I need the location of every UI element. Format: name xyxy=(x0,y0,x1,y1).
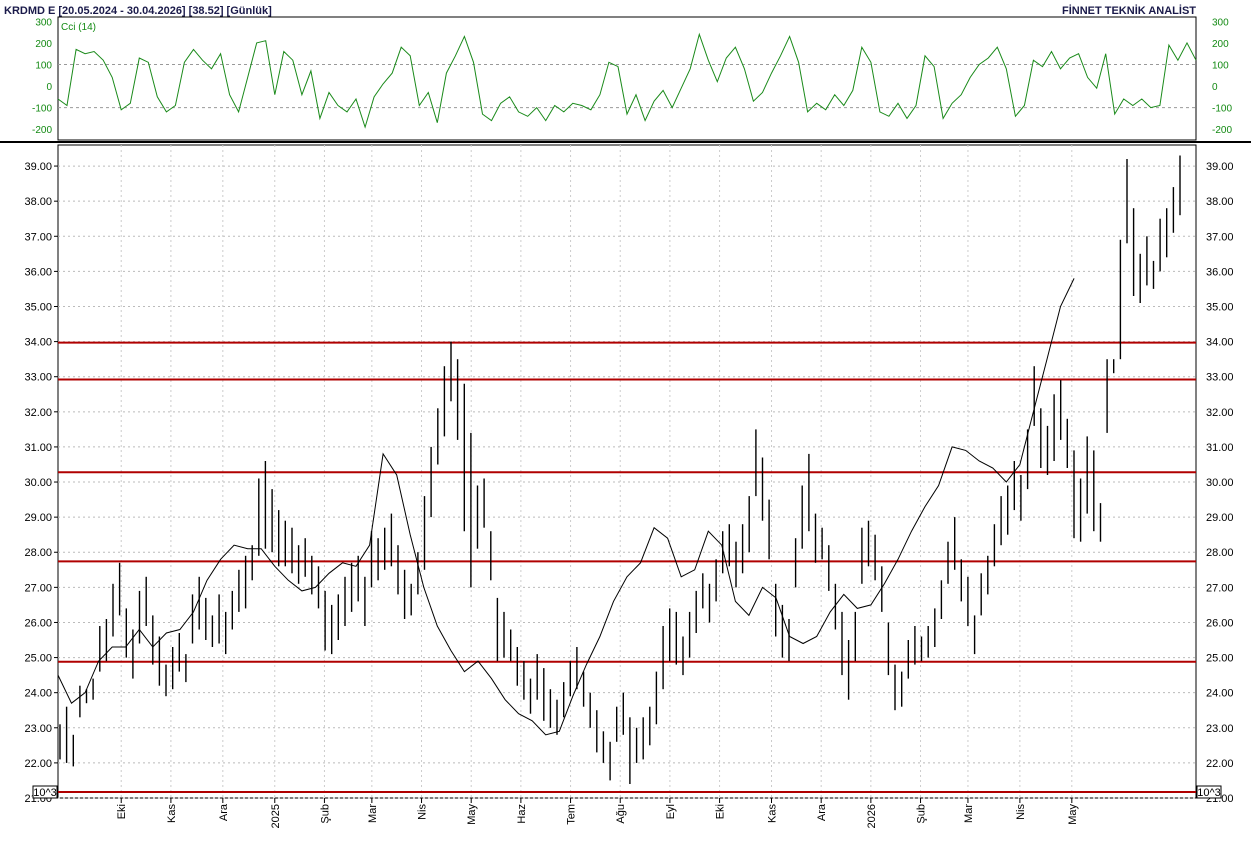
price-y-tick-label: 36.00 xyxy=(24,266,52,278)
price-y-tick-label: 37.00 xyxy=(1206,231,1234,243)
scale-box-left: 10^3 xyxy=(32,785,58,799)
cci-y-tick-label: 0 xyxy=(1212,82,1218,93)
price-y-tick-label: 33.00 xyxy=(24,372,52,384)
price-y-tick-label: 39.00 xyxy=(1206,161,1234,173)
price-y-tick-label: 31.00 xyxy=(24,442,52,454)
price-y-tick-label: 32.00 xyxy=(24,407,52,419)
price-y-tick-label: 33.00 xyxy=(1206,372,1234,384)
price-y-tick-label: 24.00 xyxy=(24,688,52,700)
cci-y-tick-label: 300 xyxy=(1212,17,1229,28)
cci-y-tick-label: 300 xyxy=(35,17,52,28)
price-x-tick-label: Eki xyxy=(116,804,128,819)
price-x-tick-label: Mar xyxy=(367,804,379,823)
price-y-tick-label: 38.00 xyxy=(24,196,52,208)
chart-header-left: KRDMD E [20.05.2024 - 30.04.2026] [38.52… xyxy=(4,5,272,17)
price-y-tick-label: 24.00 xyxy=(1206,688,1234,700)
price-y-tick-label: 25.00 xyxy=(24,653,52,665)
chart-header-right: FİNNET TEKNİK ANALİST xyxy=(1062,4,1196,17)
cci-y-tick-label: 200 xyxy=(35,39,52,50)
cci-y-tick-label: 200 xyxy=(1212,39,1229,50)
price-x-tick-label: Nis xyxy=(417,804,429,820)
price-y-tick-label: 27.00 xyxy=(24,582,52,594)
price-y-tick-label: 23.00 xyxy=(1206,723,1234,735)
scale-note-right: 10^3 xyxy=(1197,787,1221,799)
price-x-tick-label: Kas xyxy=(166,804,178,823)
price-x-tick-label: Şub xyxy=(319,804,331,824)
cci-y-tick-label: -200 xyxy=(32,125,52,136)
price-y-tick-label: 22.00 xyxy=(1206,758,1234,770)
cci-y-tick-label: -200 xyxy=(1212,125,1232,136)
price-y-tick-label: 32.00 xyxy=(1206,407,1234,419)
cci-y-tick-label: 100 xyxy=(35,60,52,71)
price-x-tick-label: Eki xyxy=(715,804,727,819)
price-y-tick-label: 27.00 xyxy=(1206,582,1234,594)
price-x-tick-label: Şub xyxy=(916,804,928,824)
price-x-tick-label: 2026 xyxy=(866,804,878,828)
price-x-tick-label: May xyxy=(466,804,478,825)
scale-box-right: 10^3 xyxy=(1196,785,1222,799)
price-y-tick-label: 31.00 xyxy=(1206,442,1234,454)
price-x-tick-label: Mar xyxy=(963,804,975,823)
scale-note-left: 10^3 xyxy=(33,787,57,799)
price-y-tick-label: 34.00 xyxy=(24,337,52,349)
cci-y-tick-label: -100 xyxy=(32,104,52,115)
chart-background xyxy=(0,0,1251,841)
price-y-tick-label: 26.00 xyxy=(1206,617,1234,629)
price-y-tick-label: 30.00 xyxy=(1206,477,1234,489)
price-y-tick-label: 39.00 xyxy=(24,161,52,173)
price-x-tick-label: Ağu xyxy=(615,804,627,824)
price-y-tick-label: 35.00 xyxy=(24,301,52,313)
price-y-tick-label: 28.00 xyxy=(24,547,52,559)
price-x-tick-label: Tem xyxy=(566,804,578,825)
price-y-tick-label: 35.00 xyxy=(1206,301,1234,313)
price-y-tick-label: 37.00 xyxy=(24,231,52,243)
price-y-tick-label: 36.00 xyxy=(1206,266,1234,278)
price-x-tick-label: May xyxy=(1067,804,1079,825)
price-x-tick-label: 2025 xyxy=(270,804,282,828)
price-x-tick-label: Nis xyxy=(1015,804,1027,820)
price-y-tick-label: 26.00 xyxy=(24,617,52,629)
price-y-tick-label: 29.00 xyxy=(1206,512,1234,524)
price-x-tick-label: Kas xyxy=(767,804,779,823)
price-x-tick-label: Haz xyxy=(516,804,528,824)
cci-y-tick-label: 0 xyxy=(46,82,52,93)
price-y-tick-label: 23.00 xyxy=(24,723,52,735)
cci-y-tick-label: 100 xyxy=(1212,60,1229,71)
price-y-tick-label: 38.00 xyxy=(1206,196,1234,208)
price-y-tick-label: 29.00 xyxy=(24,512,52,524)
price-x-tick-label: Eyl xyxy=(665,804,677,819)
price-y-tick-label: 28.00 xyxy=(1206,547,1234,559)
price-y-tick-label: 22.00 xyxy=(24,758,52,770)
price-x-tick-label: Ara xyxy=(218,803,230,821)
price-y-tick-label: 25.00 xyxy=(1206,653,1234,665)
price-x-tick-label: Ara xyxy=(816,803,828,821)
technical-analysis-chart: KRDMD E [20.05.2024 - 30.04.2026] [38.52… xyxy=(0,0,1251,841)
cci-y-tick-label: -100 xyxy=(1212,104,1232,115)
price-y-tick-label: 30.00 xyxy=(24,477,52,489)
price-y-tick-label: 34.00 xyxy=(1206,337,1234,349)
cci-legend-label: Cci (14) xyxy=(61,22,96,33)
